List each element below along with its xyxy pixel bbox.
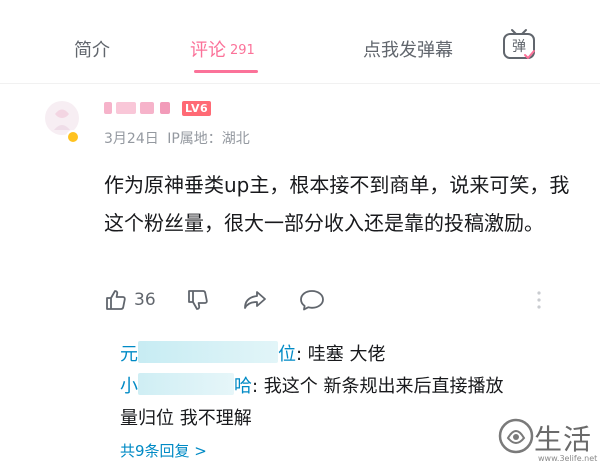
reply-text-continued: 量归位 我不理解 xyxy=(120,408,252,429)
active-tab-indicator xyxy=(194,70,258,73)
share-button[interactable] xyxy=(242,288,268,312)
comment-meta: 3月24日 IP属地：湖北 xyxy=(104,128,250,148)
redacted-username xyxy=(138,341,278,363)
more-vertical-icon xyxy=(537,291,541,309)
thumbs-up-icon xyxy=(106,290,126,310)
reply-username-end[interactable]: 哈 xyxy=(234,376,252,397)
comment-bubble-icon xyxy=(300,290,324,311)
danmaku-icon: 弹 xyxy=(503,29,535,59)
watermark-logo xyxy=(498,418,534,454)
watermark-url: www.3elife.net xyxy=(538,454,598,463)
reply-username-end[interactable]: 位 xyxy=(278,344,296,365)
more-options-button[interactable] xyxy=(536,290,542,310)
comment-actions: 36 xyxy=(104,288,554,314)
reply-button[interactable] xyxy=(298,288,326,312)
comment-text: 作为原神垂类up主，根本接不到商单，说来可笑，我这个粉丝量，很大一部分收入还是靠… xyxy=(104,173,570,235)
level-badge: LV6 xyxy=(182,101,212,116)
view-more-replies-link[interactable]: 共9条回复 > xyxy=(120,440,207,461)
avatar-verified-badge xyxy=(66,130,80,144)
tab-bar: 简介 评论 291 点我发弹幕 弹 xyxy=(0,0,600,84)
comment-date: 3月24日 xyxy=(104,131,159,147)
watermark-text: 生活 xyxy=(534,423,593,456)
reply-text: : 我这个 新条规出来后直接播放 xyxy=(252,376,504,397)
ip-location: IP属地：湖北 xyxy=(167,131,250,147)
redacted-username xyxy=(138,373,234,395)
tab-comments-label: 评论 xyxy=(190,40,226,61)
tab-intro[interactable]: 简介 xyxy=(74,36,110,62)
tab-comments[interactable]: 评论 291 xyxy=(190,36,255,62)
reply-text: : 哇塞 大佬 xyxy=(296,344,386,365)
danmaku-icon-label: 弹 xyxy=(512,39,526,55)
thumbs-down-icon xyxy=(188,290,208,310)
like-count: 36 xyxy=(134,290,156,310)
watermark: 生活 www.3elife.net xyxy=(494,412,600,466)
reply-username-start[interactable]: 元 xyxy=(120,344,138,365)
danmaku-toggle-button[interactable]: 弹 xyxy=(501,28,537,64)
dislike-button[interactable] xyxy=(186,288,210,312)
danmaku-input[interactable]: 点我发弹幕 xyxy=(363,36,453,62)
username-redacted[interactable] xyxy=(104,100,174,116)
like-button[interactable]: 36 xyxy=(104,288,156,312)
reply-username-start[interactable]: 小 xyxy=(120,376,138,397)
reply-item[interactable]: 小 哈: 我这个 新条规出来后直接播放 xyxy=(120,372,504,402)
share-icon xyxy=(244,291,266,309)
reply-item[interactable]: 元 位: 哇塞 大佬 xyxy=(120,340,386,370)
comments-count: 291 xyxy=(230,43,255,58)
